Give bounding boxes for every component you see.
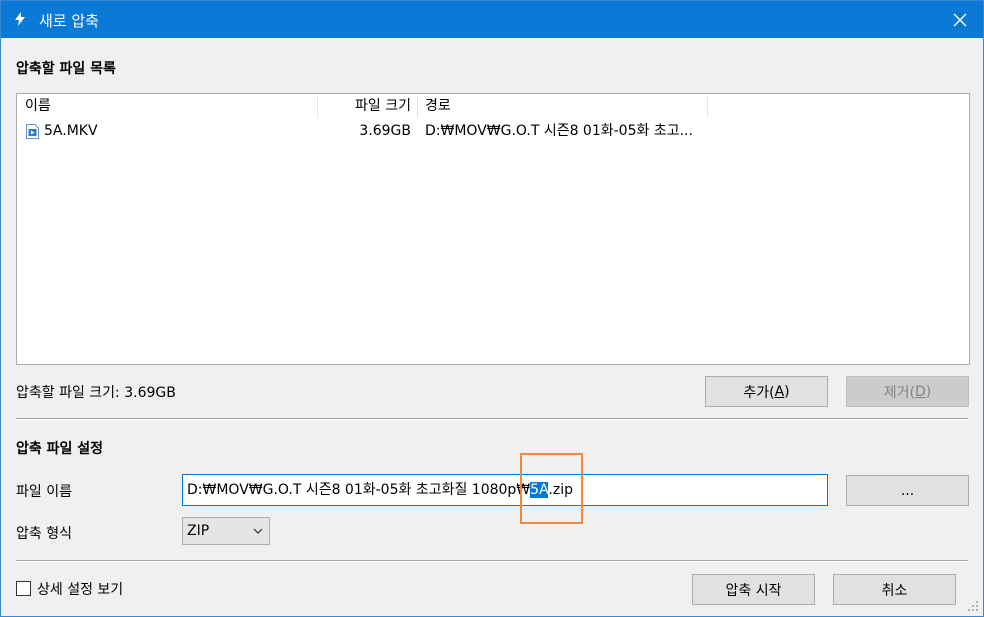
filename-input[interactable]: D:₩MOV₩G.O.T 시즌8 01화-05화 초고화질 1080p₩5A.z… <box>182 474 828 506</box>
close-icon <box>953 13 967 26</box>
file-size-cell: 3.69GB <box>359 123 411 139</box>
add-button-label-suffix: ) <box>784 383 790 400</box>
video-file-icon <box>26 124 39 139</box>
filename-selected-text: 5A <box>530 482 549 498</box>
format-select-value: ZIP <box>187 523 210 539</box>
resize-grip-icon[interactable] <box>967 600 979 612</box>
bolt-icon <box>15 12 25 26</box>
format-label: 압축 형식 <box>16 526 72 542</box>
filelist-section-title: 압축할 파일 목록 <box>16 61 116 77</box>
file-path-cell: D:₩MOV₩G.O.T 시즌8 01화-05화 초고... <box>425 123 693 139</box>
add-button[interactable]: 추가(A) <box>705 376 828 407</box>
cancel-button[interactable]: 취소 <box>833 574 956 605</box>
details-checkbox-label[interactable]: 상세 설정 보기 <box>37 579 123 599</box>
total-size-label: 압축할 파일 크기: 3.69GB <box>16 385 176 401</box>
filename-text-prefix: D:₩MOV₩G.O.T 시즌8 01화-05화 초고화질 1080p₩ <box>187 482 531 498</box>
file-list[interactable]: 이름 파일 크기 경로 5A.MKV 3.69GB D:₩MOV₩G.O.T 시… <box>16 93 970 365</box>
compress-dialog: 새로 압축 압축할 파일 목록 이름 파일 크기 경로 5A.MKV 3.69G… <box>0 0 984 617</box>
column-separator[interactable] <box>707 96 708 118</box>
remove-button-label-prefix: 제거( <box>883 384 915 401</box>
settings-section-title: 압축 파일 설정 <box>16 441 104 457</box>
format-select[interactable]: ZIP <box>182 517 270 545</box>
close-button[interactable] <box>937 1 983 38</box>
column-header-size[interactable]: 파일 크기 <box>318 94 411 118</box>
divider <box>16 560 968 562</box>
window-title: 새로 압축 <box>39 12 99 30</box>
divider <box>16 418 968 420</box>
filename-text-suffix: .zip <box>548 482 573 498</box>
column-header-path[interactable]: 경로 <box>425 94 707 118</box>
file-name-cell: 5A.MKV <box>44 123 98 139</box>
browse-button[interactable]: ... <box>846 475 969 506</box>
title-bar[interactable]: 새로 압축 <box>1 1 983 38</box>
remove-button-key: D <box>914 383 926 400</box>
chevron-down-icon <box>253 528 263 534</box>
column-header-name[interactable]: 이름 <box>25 94 317 118</box>
remove-button[interactable]: 제거(D) <box>846 376 969 407</box>
table-row[interactable]: 5A.MKV 3.69GB D:₩MOV₩G.O.T 시즌8 01화-05화 초… <box>17 120 967 142</box>
remove-button-label-suffix: ) <box>925 383 932 400</box>
add-button-label-prefix: 추가( <box>743 384 775 401</box>
add-button-key: A <box>774 383 785 400</box>
column-separator[interactable] <box>417 96 418 118</box>
details-checkbox[interactable] <box>16 581 31 596</box>
start-compress-button[interactable]: 압축 시작 <box>692 574 815 605</box>
filename-label: 파일 이름 <box>16 484 72 500</box>
